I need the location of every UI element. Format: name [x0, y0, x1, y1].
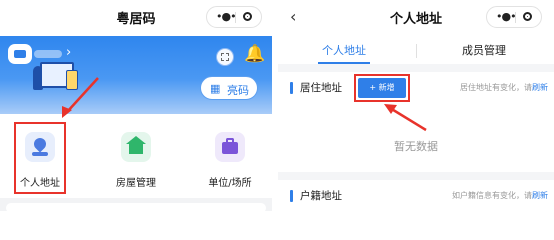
left-screen: 粤居码 •●• › 🔔 ▦ 亮码 个人地址 房屋管理 单位/场所: [0, 0, 272, 211]
annotation-arrow: [62, 77, 99, 118]
annotation-arrow: [384, 104, 427, 132]
right-screen: ‹ 个人地址 •●• 个人地址 成员管理 居住地址 + 新增 居住地址有变化，请…: [278, 0, 554, 211]
